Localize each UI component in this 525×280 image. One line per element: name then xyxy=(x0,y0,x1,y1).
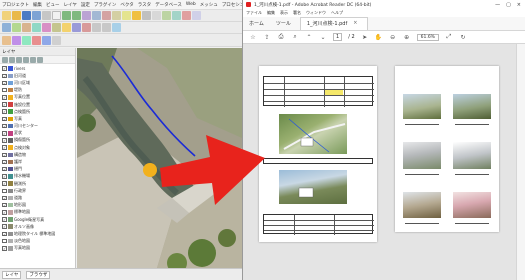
arrow-overlay xyxy=(160,135,265,205)
screen: プロジェクト 編集 ビュー レイヤ 設定 プラグイン ベクタ ラスタ データベース Web メッシュ… xyxy=(0,0,525,280)
red-arrow xyxy=(160,135,265,205)
